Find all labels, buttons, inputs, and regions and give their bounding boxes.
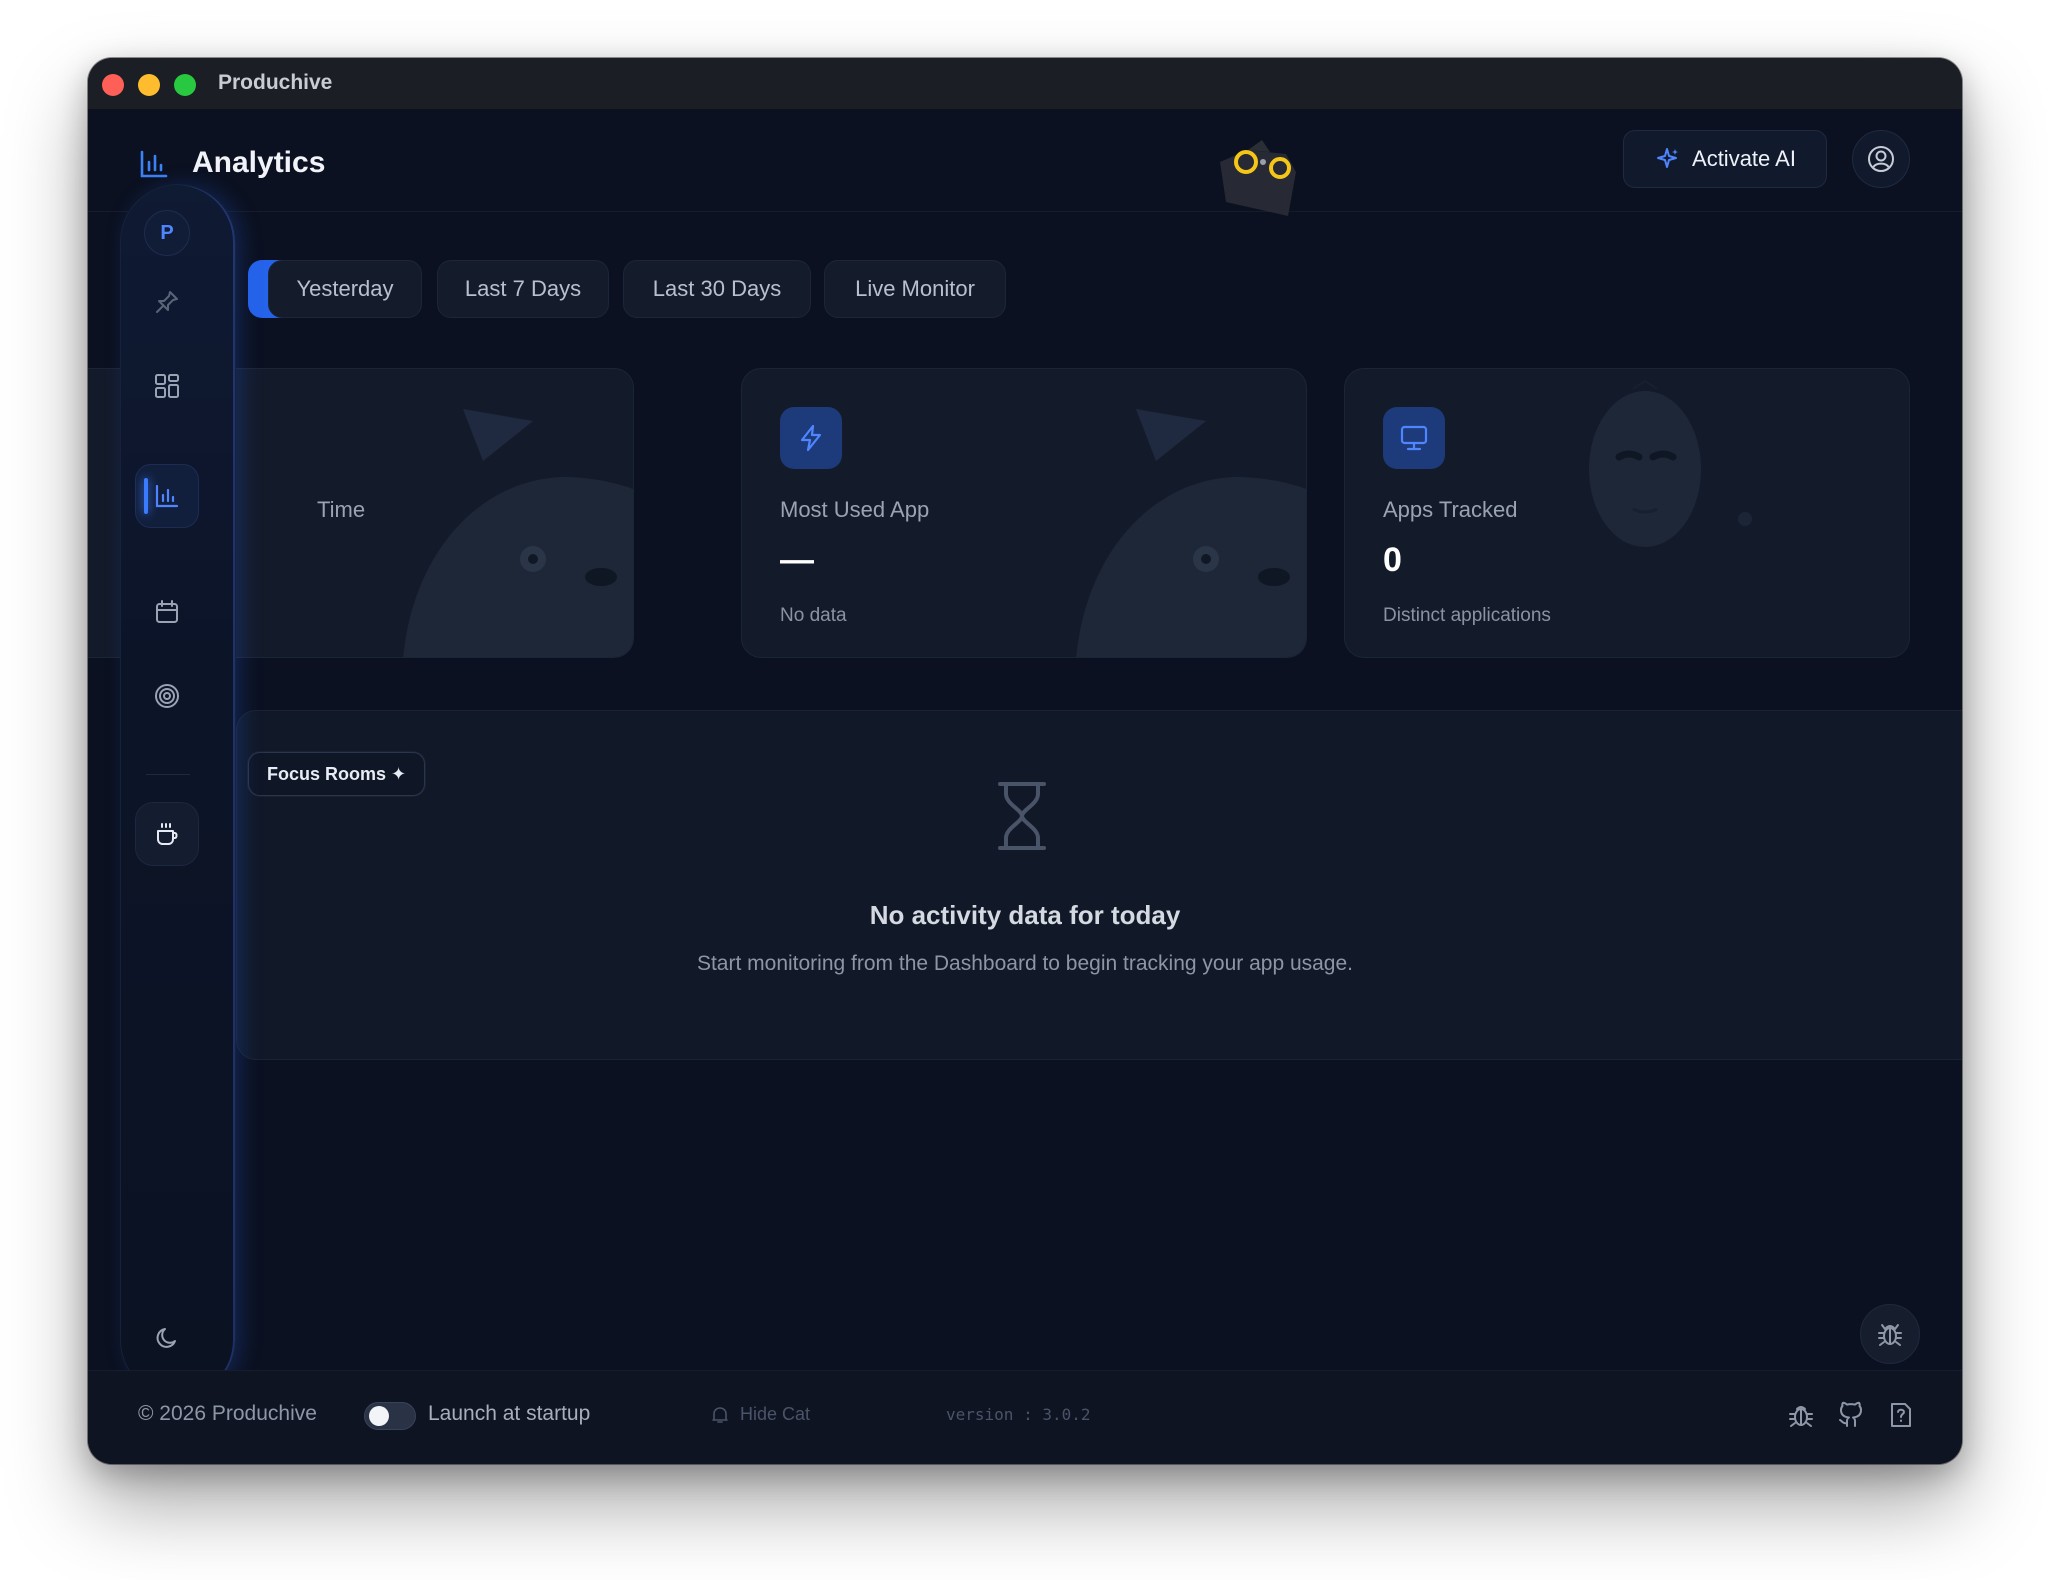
sidebar-item-dashboard[interactable] (135, 354, 199, 418)
stat-value: — (780, 541, 814, 579)
sparkle-icon (1657, 148, 1679, 168)
minimize-window-button[interactable] (138, 74, 160, 96)
moon-icon (156, 1328, 176, 1348)
coffee-icon (157, 823, 178, 845)
tab-yesterday[interactable]: Yesterday (268, 260, 422, 318)
version-text: version : 3.0.2 (946, 1405, 1091, 1424)
tab-live-monitor[interactable]: Live Monitor (824, 260, 1006, 318)
stat-label: Most Used App (780, 497, 930, 522)
app-window: Produchive Analytics Activate AI Yesterd… (88, 58, 1962, 1464)
pin-icon (156, 291, 178, 313)
sidebar-item-goals[interactable] (135, 664, 199, 728)
target-icon (155, 684, 179, 708)
focus-rooms-button[interactable]: Focus Rooms ✦ (248, 752, 426, 796)
sidebar-divider (146, 774, 190, 775)
bug-icon[interactable] (1786, 1400, 1816, 1430)
launch-at-startup-label: Launch at startup (428, 1402, 591, 1425)
stat-card-apps-tracked: Apps Tracked 0 Distinct applications (1344, 368, 1910, 658)
active-indicator (144, 478, 148, 514)
empty-state-title: No activity data for today (869, 900, 1181, 930)
stat-card-most-used-app: Most Used App — No data (741, 368, 1307, 658)
activate-ai-button[interactable]: Activate AI (1623, 130, 1827, 188)
empty-state-subtitle: Start monitoring from the Dashboard to b… (696, 952, 1354, 975)
sidebar-item-break[interactable] (135, 802, 199, 866)
hourglass-icon (998, 782, 1046, 850)
activate-ai-label: Activate AI (1692, 146, 1796, 171)
cat-mascot-icon (1220, 140, 1296, 216)
lightning-icon (780, 407, 842, 469)
pin-button[interactable] (135, 270, 199, 334)
title-bar: Produchive (88, 58, 1962, 110)
theme-toggle-button[interactable] (135, 1306, 199, 1370)
ghost-decoration-icon (1076, 409, 1306, 657)
profile-button[interactable] (1852, 130, 1910, 188)
stat-value: 0 (1383, 541, 1402, 579)
bug-icon (1878, 1324, 1902, 1346)
bar-chart-icon (140, 150, 168, 178)
help-icon[interactable] (1886, 1400, 1916, 1430)
window-title: Produchive (218, 71, 333, 94)
monitor-icon (1383, 407, 1445, 469)
close-window-button[interactable] (102, 74, 124, 96)
hide-cat-label: Hide Cat (740, 1404, 811, 1424)
launch-at-startup-toggle[interactable] (364, 1402, 416, 1430)
stat-subtext: Distinct applications (1383, 605, 1551, 626)
hide-cat-button[interactable]: Hide Cat (710, 1404, 810, 1425)
stat-subtext: No data (780, 605, 847, 626)
copyright-text: © 2026 Produchive (138, 1402, 317, 1425)
github-icon[interactable] (1836, 1400, 1866, 1430)
maximize-window-button[interactable] (174, 74, 196, 96)
activity-panel (236, 710, 1962, 1060)
tab-last-7-days[interactable]: Last 7 Days (437, 260, 609, 318)
stat-label: Time (317, 497, 366, 522)
sidebar-item-calendar[interactable] (135, 580, 199, 644)
toggle-knob (369, 1406, 389, 1426)
bell-icon (712, 1406, 728, 1423)
grid-icon (155, 374, 179, 398)
sidebar-avatar[interactable]: P (144, 210, 190, 256)
ghost-decoration-icon (403, 409, 633, 657)
bug-report-button[interactable] (1860, 1304, 1920, 1364)
bar-chart-icon (155, 484, 179, 508)
tab-last-30-days[interactable]: Last 30 Days (623, 260, 811, 318)
face-decoration-icon (1589, 379, 1752, 547)
page-title: Analytics (192, 146, 326, 179)
user-circle-icon (1868, 146, 1894, 172)
calendar-icon (156, 600, 178, 623)
stat-label: Apps Tracked (1383, 497, 1518, 522)
